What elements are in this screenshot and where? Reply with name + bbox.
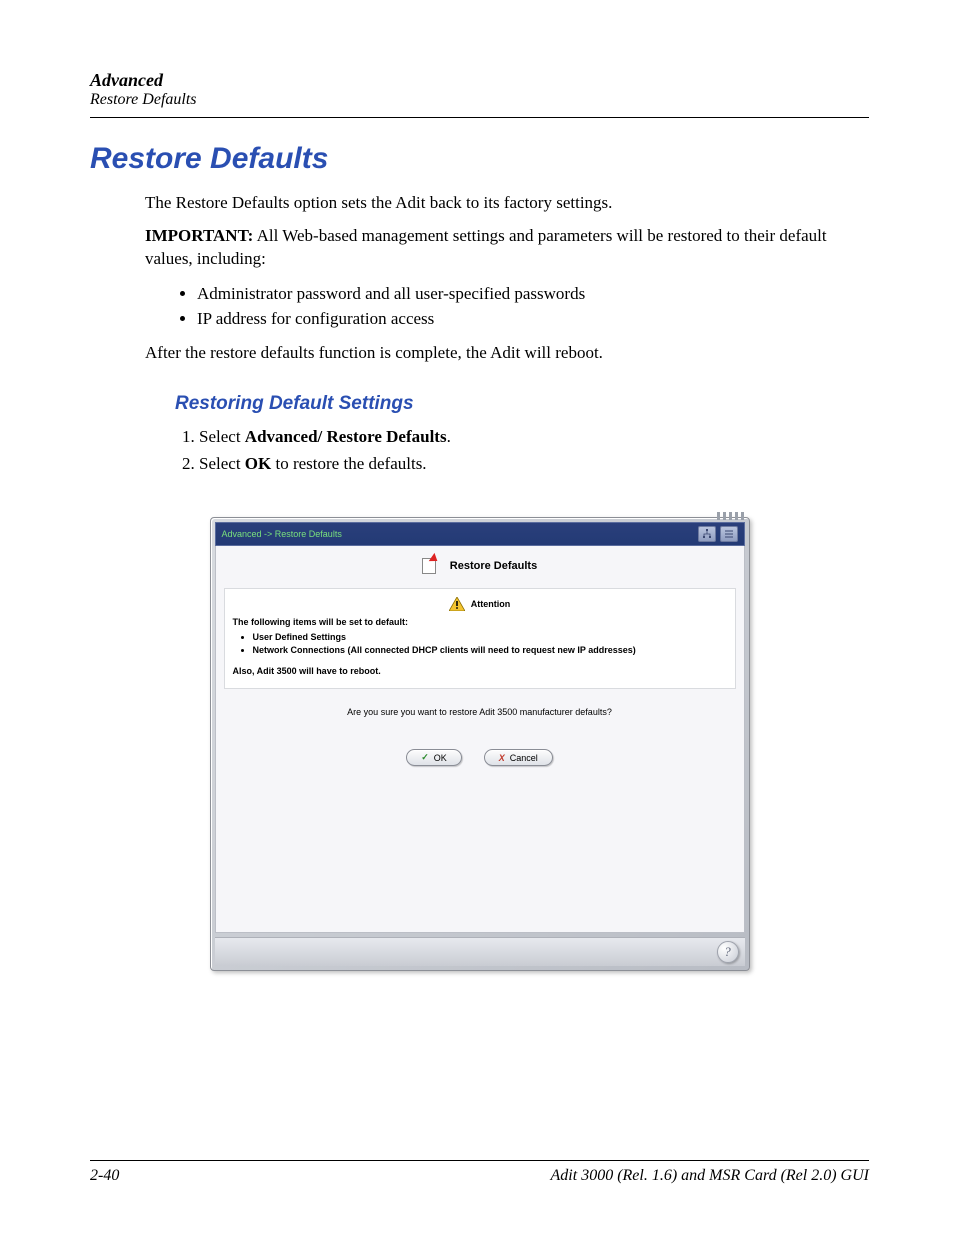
breadcrumb-icons: [698, 526, 738, 542]
breadcrumb-text: Advanced -> Restore Defaults: [222, 529, 342, 539]
page-number: 2-40: [90, 1167, 119, 1185]
attention-line2: Also, Adit 3500 will have to reboot.: [233, 666, 727, 676]
header-section: Advanced Restore Defaults: [90, 70, 869, 109]
header-section-title: Advanced: [90, 70, 869, 91]
step-item: Select Advanced/ Restore Defaults.: [199, 423, 869, 450]
attention-item: Network Connections (All connected DHCP …: [253, 644, 727, 657]
attention-box: Attention The following items will be se…: [224, 588, 736, 689]
check-icon: ✓: [421, 752, 429, 763]
ok-button-label: OK: [434, 753, 447, 763]
help-icon[interactable]: ?: [717, 941, 739, 963]
panel-header-text: Restore Defaults: [450, 560, 537, 572]
step-item: Select OK to restore the defaults.: [199, 450, 869, 477]
intro-paragraph: The Restore Defaults option sets the Adi…: [145, 192, 869, 215]
bottom-rule: [90, 1160, 869, 1161]
attention-item: User Defined Settings: [253, 631, 727, 644]
important-paragraph: IMPORTANT: All Web-based management sett…: [145, 225, 869, 271]
page-title: Restore Defaults: [90, 142, 869, 176]
confirm-text: Are you sure you want to restore Adit 35…: [226, 707, 734, 717]
bullet-item: Administrator password and all user-spec…: [197, 281, 869, 307]
list-icon[interactable]: [720, 526, 738, 542]
cancel-button[interactable]: X Cancel: [484, 749, 553, 766]
header-subsection-title: Restore Defaults: [90, 91, 869, 109]
doc-title: Adit 3000 (Rel. 1.6) and MSR Card (Rel 2…: [551, 1167, 869, 1185]
button-row: ✓ OK X Cancel: [226, 749, 734, 766]
warning-icon: [449, 597, 465, 611]
steps-list: Select Advanced/ Restore Defaults. Selec…: [175, 423, 869, 477]
panel-header: Restore Defaults: [216, 546, 744, 588]
cancel-button-label: Cancel: [510, 753, 538, 763]
breadcrumb-bar: Advanced -> Restore Defaults: [215, 522, 745, 546]
restore-defaults-icon: [422, 556, 442, 576]
important-bullets: Administrator password and all user-spec…: [175, 281, 869, 332]
important-label: IMPORTANT:: [145, 226, 253, 245]
bullet-item: IP address for configuration access: [197, 306, 869, 332]
attention-head: Attention: [233, 597, 727, 611]
after-paragraph: After the restore defaults function is c…: [145, 342, 869, 365]
page-footer: 2-40 Adit 3000 (Rel. 1.6) and MSR Card (…: [90, 1160, 869, 1185]
top-rule: [90, 117, 869, 118]
attention-label: Attention: [471, 599, 511, 609]
confirm-area: Are you sure you want to restore Adit 35…: [216, 689, 744, 790]
ok-button[interactable]: ✓ OK: [406, 749, 462, 766]
content-pane: Restore Defaults Attention The following…: [215, 546, 745, 933]
attention-list: User Defined Settings Network Connection…: [253, 631, 727, 656]
attention-line1: The following items will be set to defau…: [233, 617, 727, 627]
footer-bar: ?: [215, 937, 745, 966]
gui-screenshot: Advanced -> Restore Defaults Restore Def…: [210, 517, 750, 971]
gui-window: Advanced -> Restore Defaults Restore Def…: [210, 517, 750, 971]
x-icon: X: [499, 753, 505, 763]
sub-title: Restoring Default Settings: [175, 393, 869, 415]
sitemap-icon[interactable]: [698, 526, 716, 542]
